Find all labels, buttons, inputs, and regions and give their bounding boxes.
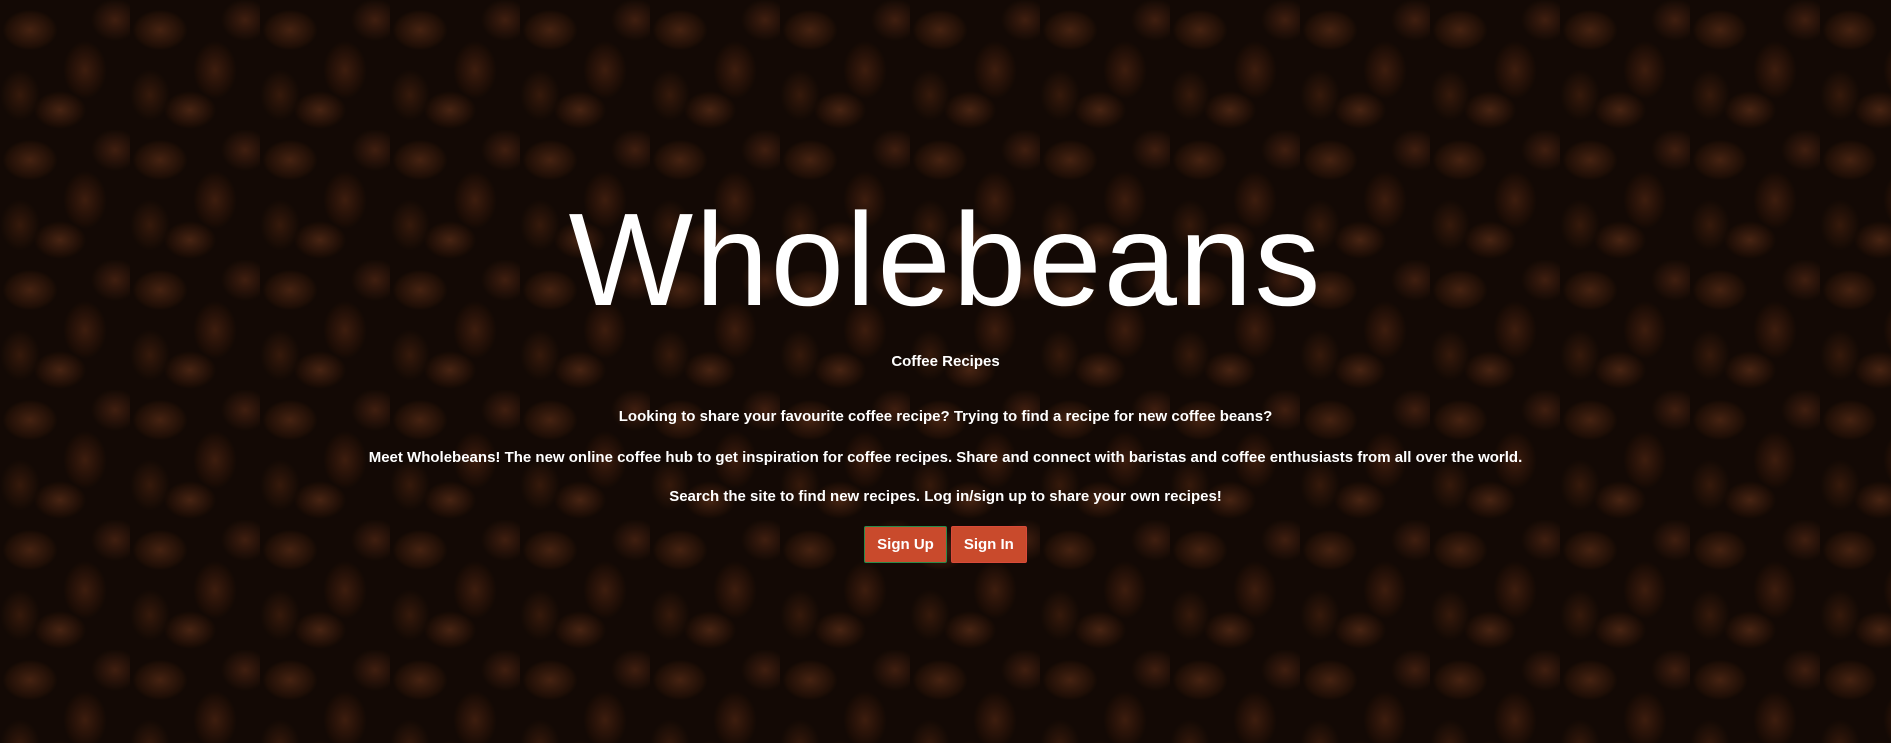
site-title: Wholebeans	[568, 186, 1323, 333]
intro-paragraph: Search the site to find new recipes. Log…	[669, 488, 1222, 505]
sign-up-button[interactable]: Sign Up	[864, 526, 947, 563]
background-coffee-beans-image	[0, 0, 1891, 743]
site-subtitle: Coffee Recipes	[891, 353, 1000, 370]
auth-buttons: Sign Up Sign In	[0, 526, 1891, 563]
sign-in-button[interactable]: Sign In	[950, 526, 1027, 563]
intro-paragraph: Looking to share your favourite coffee r…	[618, 408, 1273, 425]
intro-paragraph: Meet Wholebeans! The new online coffee h…	[368, 449, 1523, 466]
